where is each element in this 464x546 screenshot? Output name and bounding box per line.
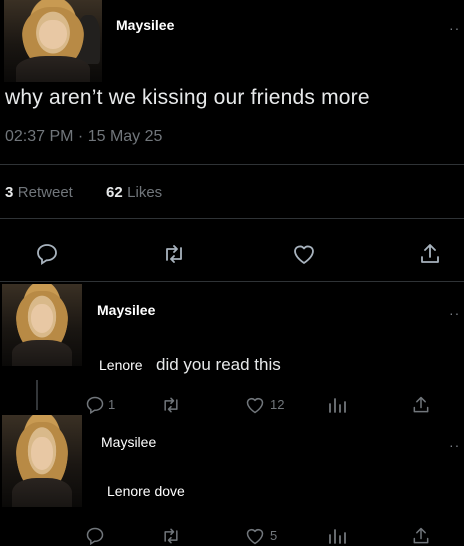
like-count: 12 — [270, 397, 285, 412]
heart-icon[interactable] — [244, 395, 266, 415]
tweet-timestamp[interactable]: 02:37 PM · 15 May 25 — [5, 128, 162, 146]
analytics-icon[interactable] — [327, 395, 347, 415]
reply-text: did you read this — [156, 355, 281, 374]
reply-avatar[interactable] — [2, 415, 82, 507]
more-options-icon[interactable]: ·· — [449, 20, 460, 36]
thread-line — [36, 380, 38, 410]
avatar-body — [15, 55, 91, 82]
reply-mention[interactable]: Lenore — [99, 357, 143, 373]
likes-stat[interactable]: 62 Likes — [106, 184, 162, 202]
like-count: 5 — [270, 528, 278, 543]
retweet-icon[interactable] — [160, 526, 182, 546]
likes-count: 62 — [106, 184, 123, 201]
reply-icon[interactable] — [35, 242, 59, 266]
reply-avatar[interactable] — [2, 284, 82, 366]
reply-icon[interactable] — [85, 526, 105, 546]
divider — [0, 164, 464, 165]
reply-text: Lenore dove — [107, 483, 185, 499]
heart-icon[interactable] — [291, 242, 317, 266]
likes-label: Likes — [127, 184, 163, 201]
divider — [0, 281, 464, 282]
retweet-stat[interactable]: 3 Retweet — [5, 184, 73, 202]
avatar[interactable] — [4, 0, 102, 82]
share-icon[interactable] — [411, 395, 431, 415]
reply-author-name[interactable]: Maysilee — [101, 434, 156, 450]
tweet-text: why aren’t we kissing our friends more — [5, 86, 370, 109]
more-options-icon[interactable]: ·· — [449, 305, 460, 321]
heart-icon[interactable] — [244, 526, 266, 546]
retweet-icon[interactable] — [160, 395, 182, 415]
analytics-icon[interactable] — [327, 526, 347, 546]
avatar-face — [39, 19, 67, 50]
share-icon[interactable] — [418, 242, 442, 266]
reply-count: 1 — [108, 397, 116, 412]
share-icon[interactable] — [411, 526, 431, 546]
reply-icon[interactable] — [85, 395, 105, 415]
retweet-count: 3 — [5, 184, 14, 201]
more-options-icon[interactable]: ·· — [449, 437, 460, 453]
divider — [0, 218, 464, 219]
avatar-body — [11, 339, 73, 366]
retweet-icon[interactable] — [161, 242, 187, 266]
author-name[interactable]: Maysilee — [116, 17, 174, 33]
retweet-label: Retweet — [17, 184, 73, 201]
avatar-body — [11, 477, 73, 507]
reply-author-name[interactable]: Maysilee — [97, 302, 155, 318]
